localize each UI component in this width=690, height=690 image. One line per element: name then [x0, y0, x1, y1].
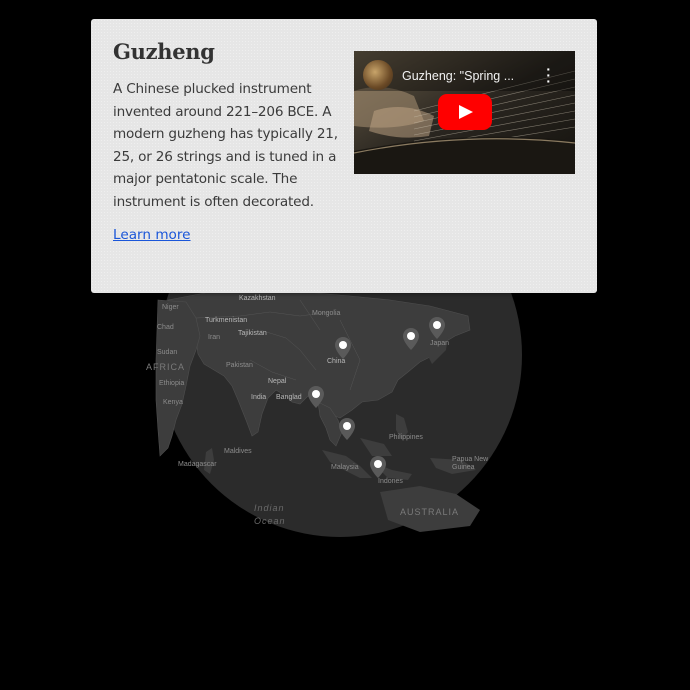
map-pin-icon [403, 328, 419, 350]
map-pin-icon [308, 386, 324, 408]
map-label-australia: AUSTRALIA [400, 507, 460, 517]
map-label-india: India [251, 394, 267, 401]
map-label-indonesia: Indones [378, 478, 403, 485]
map-pin-myanmar[interactable] [307, 385, 325, 409]
map-label-maldives: Maldives [224, 448, 252, 455]
map-pin-china[interactable] [334, 336, 352, 360]
map-label-japan: Japan [430, 340, 450, 347]
map-label-malaysia: Malaysia [331, 464, 359, 471]
card-description: A Chinese plucked instrument invented ar… [113, 81, 338, 210]
map-label-madagascar: Madagascar [178, 461, 217, 468]
map-label-africa: AFRICA [146, 362, 186, 372]
map-pin-icon [370, 456, 386, 478]
more-vert-icon[interactable]: · · · [546, 62, 551, 88]
map-label-kenya: Kenya [163, 399, 183, 406]
info-card: Guzheng A Chinese plucked instrument inv… [91, 19, 597, 293]
map-label-indian-ocean-1: Indian [254, 503, 285, 513]
learn-more-link[interactable]: Learn more [113, 227, 191, 243]
map-label-tajikistan: Tajikistan [238, 330, 267, 337]
map-label-niger: Niger [162, 304, 179, 311]
map-pin-icon [429, 317, 445, 339]
map-pin-japan[interactable] [428, 316, 446, 340]
map-pin-icon [339, 418, 355, 440]
map-label-ethiopia: Ethiopia [159, 380, 185, 387]
map-label-nepal: Nepal [268, 378, 287, 385]
map-label-kazakhstan: Kazakhstan [239, 295, 276, 302]
map-pin-indonesia[interactable] [369, 455, 387, 479]
map-pin-vietnam[interactable] [338, 417, 356, 441]
map-pin-korea[interactable] [402, 327, 420, 351]
map-label-chad: Chad [157, 324, 174, 331]
map-label-pakistan: Pakistan [226, 362, 253, 369]
youtube-play-icon[interactable] [438, 94, 492, 130]
map-label-indian-ocean-2: Ocean [254, 516, 286, 526]
map-label-philippines: Philippines [389, 434, 423, 441]
map-label-bangladesh: Banglad [276, 394, 302, 401]
card-title: Guzheng [113, 39, 215, 64]
map-pin-icon [335, 337, 351, 359]
map-label-turkmenistan: Turkmenistan [205, 317, 248, 324]
video-embed[interactable]: Guzheng: "Spring ... · · · [354, 51, 575, 174]
map-label-papua: Papua New Guinea [452, 456, 489, 471]
channel-avatar[interactable] [363, 60, 393, 90]
map-label-iran: Iran [208, 334, 221, 341]
map-label-sudan: Sudan [157, 349, 178, 356]
video-title[interactable]: Guzheng: "Spring ... [402, 69, 514, 83]
map-label-mongolia: Mongolia [312, 310, 341, 317]
